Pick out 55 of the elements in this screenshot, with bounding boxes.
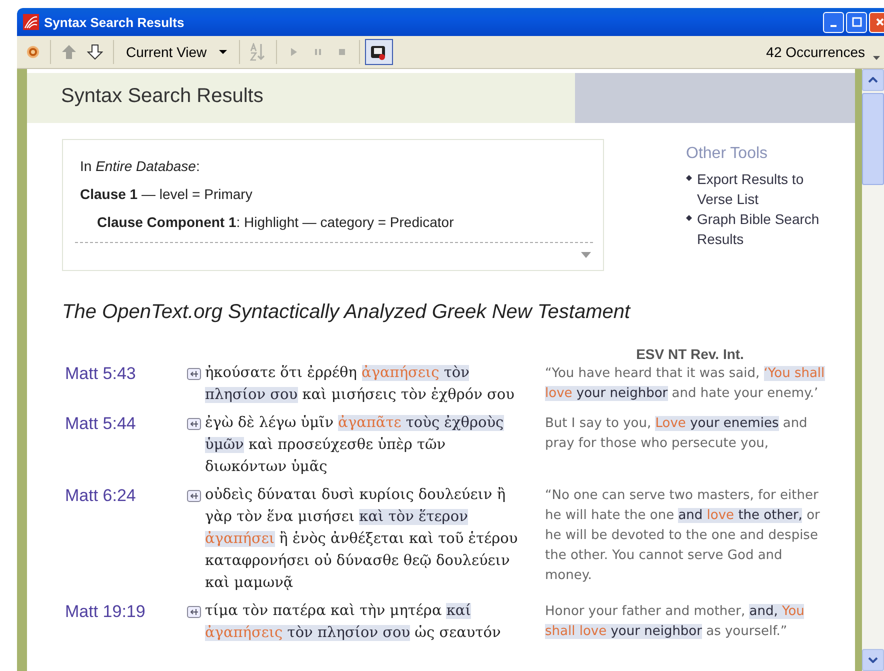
minimize-button[interactable] xyxy=(823,12,844,32)
down-chevron-icon xyxy=(868,657,878,663)
search-scope: In Entire Database: xyxy=(80,158,201,176)
down-arrow-icon xyxy=(87,44,103,60)
context-icon[interactable] xyxy=(187,490,201,502)
english-text: But I say to you, Love your enemies and pray for those who persecute you, xyxy=(545,415,808,453)
english-text: Honor your father and mother, and, You shall love your neighbor as yourself.” xyxy=(545,603,806,641)
greek-text: τίμα τὸν πατέρα καὶ τὴν μητέρα καί ἀγαπήσεις τὸν πλησίον σου ὡς σεαυτόν xyxy=(205,602,502,643)
verse-reference[interactable]: Matt 5:44 xyxy=(65,412,187,434)
view-dropdown[interactable]: Current View xyxy=(119,39,234,65)
other-tools-heading: Other Tools xyxy=(686,145,769,163)
greek-text: οὐδεὶς δύναται δυσὶ κυρίοις δουλεύειν ἢ γὰρ τὸν ἕνα μισήσει καὶ τὸν ἕτερον ἀγαπήσει ἢ ἑνὸς ἀνθέξεται καὶ τοῦ ἑτέρου καταφρονήσει οὐ δύνασθε θεῷ δουλεύειν καὶ μαμωνᾷ xyxy=(205,486,519,593)
overflow-caret-icon[interactable] xyxy=(873,56,880,60)
greek-text: ἠκούσατε ὅτι ἐρρέθη ἀγαπήσεις τὸν πλησίον σου καὶ μισήσεις τὸν ἐχθρόν σου xyxy=(205,364,516,405)
scrollbar-thumb[interactable] xyxy=(862,93,884,185)
caret-icon xyxy=(218,50,227,54)
verse-reference[interactable]: Matt 6:24 xyxy=(65,484,187,506)
bullet-icon xyxy=(686,175,692,181)
expand-caret-icon[interactable] xyxy=(581,252,591,258)
context-icon[interactable] xyxy=(187,368,201,380)
vertical-scrollbar[interactable] xyxy=(862,69,884,671)
tool-link[interactable]: Graph Bible Search Results xyxy=(697,209,836,249)
play-icon xyxy=(288,47,299,57)
tool-link[interactable]: Export Results to Verse List xyxy=(697,169,836,209)
up-arrow-icon xyxy=(61,44,77,60)
verse-reference[interactable]: Matt 5:43 xyxy=(65,362,187,384)
translation-heading: ESV NT Rev. Int. xyxy=(635,346,745,362)
monitor-icon xyxy=(370,43,388,61)
close-button[interactable] xyxy=(869,12,884,32)
clause-criterion: Clause 1 — level = Primary xyxy=(80,186,254,204)
bullet-icon xyxy=(686,215,692,221)
occurrence-count: 42 Occurrences xyxy=(766,44,865,60)
context-icon[interactable] xyxy=(187,606,201,618)
maximize-icon xyxy=(852,17,862,27)
record-icon xyxy=(26,45,40,59)
page-title: Syntax Search Results xyxy=(27,73,575,123)
clause-component-criterion: Clause Component 1: Highlight — category = Predicator xyxy=(96,214,455,232)
context-icon[interactable] xyxy=(187,418,201,430)
english-text: “No one can serve two masters, for either he will hate the one and love the other, or he will be devoted to the one and despise the other. You cannot serve God and money. xyxy=(545,487,821,585)
scroll-up-button[interactable] xyxy=(862,69,884,91)
maximize-button[interactable] xyxy=(846,12,867,32)
visual-filter-button[interactable] xyxy=(364,39,393,65)
sort-icon xyxy=(250,43,266,61)
resource-title: The OpenText.org Syntactically Analyzed Greek New Testament xyxy=(62,301,632,324)
up-chevron-icon xyxy=(868,77,878,83)
minimize-icon xyxy=(830,25,837,27)
english-text: “You have heard that it was said, ‘You shall love your neighbor and hate your enemy.’ xyxy=(545,365,826,403)
verse-reference[interactable]: Matt 19:19 xyxy=(65,600,187,622)
stop-icon xyxy=(336,47,347,57)
app-logo-icon xyxy=(23,14,39,30)
window-title: Syntax Search Results xyxy=(44,14,186,30)
scroll-down-button[interactable] xyxy=(862,649,884,671)
pause-icon xyxy=(312,47,323,57)
close-icon xyxy=(874,17,884,27)
greek-text: ἐγὼ δὲ λέγω ὑμῖν ἀγαπᾶτε τοὺς ἐχθροὺς ὑμῶν καὶ προσεύχεσθε ὑπὲρ τῶν διωκόντων ὑμᾶς xyxy=(205,414,505,477)
